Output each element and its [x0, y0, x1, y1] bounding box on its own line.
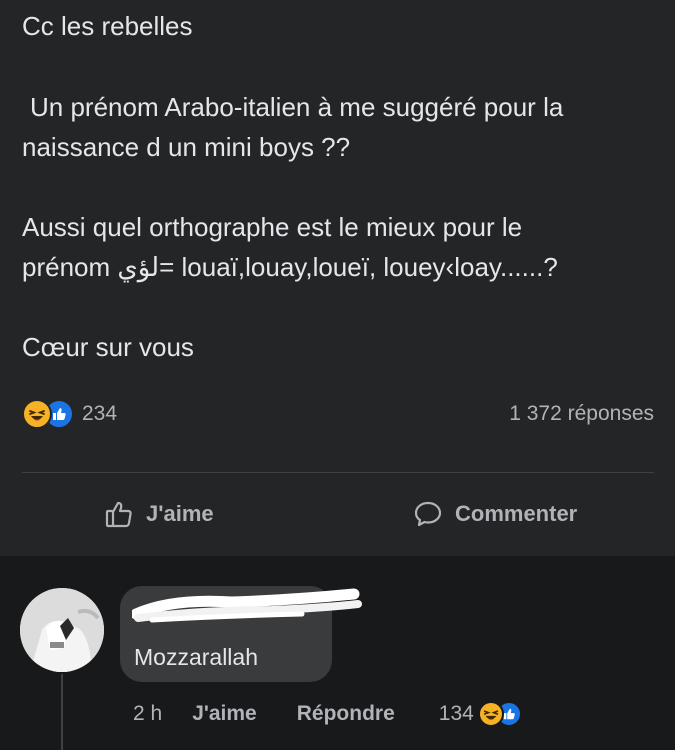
post-line: Cœur sur vous: [22, 332, 194, 362]
haha-emoji-icon: [477, 701, 504, 727]
replies-count-link[interactable]: 1 372 réponses: [509, 402, 654, 426]
comment-item: Mozzarallah 2 h J'aime Répondre 134: [0, 556, 675, 750]
thread-line: [61, 674, 63, 750]
post-line: Cc les rebelles: [22, 11, 193, 41]
comment-button[interactable]: Commenter: [413, 499, 577, 529]
haha-emoji-icon: [22, 399, 52, 429]
comment-reply-button[interactable]: Répondre: [297, 702, 395, 726]
thumbs-up-icon: [105, 501, 132, 528]
reaction-count: 234: [82, 402, 118, 425]
post-line: naissance d un mini boys ??: [22, 132, 351, 162]
post-body: Cc les rebelles Un prénom Arabo-italien …: [22, 6, 662, 367]
redacted-name-scribble: [132, 588, 362, 623]
comment-like-button[interactable]: J'aime: [192, 702, 257, 726]
post-stats: 234 1 372 réponses: [22, 396, 654, 432]
divider: [22, 472, 654, 473]
post-line: Un prénom Arabo-italien à me suggéré pou…: [30, 92, 564, 122]
post-action-bar: J'aime Commenter: [0, 488, 675, 540]
comment-text: Mozzarallah: [134, 644, 258, 670]
post-line: prénom لؤي= louaï,louay,loueï, louey‹loa…: [22, 252, 558, 282]
comment-button-label: Commenter: [455, 501, 578, 526]
comment-bubble: Mozzarallah: [120, 586, 362, 682]
post-card: Cc les rebelles Un prénom Arabo-italien …: [0, 0, 675, 556]
comment-meta: 2 h J'aime Répondre 134: [133, 698, 522, 730]
comment-reaction-count[interactable]: 134: [439, 702, 474, 726]
comment-timestamp[interactable]: 2 h: [133, 702, 162, 726]
comment-bubble-icon: [414, 501, 442, 527]
avatar[interactable]: [20, 588, 104, 672]
like-button-label: J'aime: [146, 501, 214, 526]
reactions-summary[interactable]: 234: [22, 399, 117, 429]
post-line: Aussi quel orthographe est le mieux pour…: [22, 212, 523, 242]
like-button[interactable]: J'aime: [104, 499, 214, 529]
